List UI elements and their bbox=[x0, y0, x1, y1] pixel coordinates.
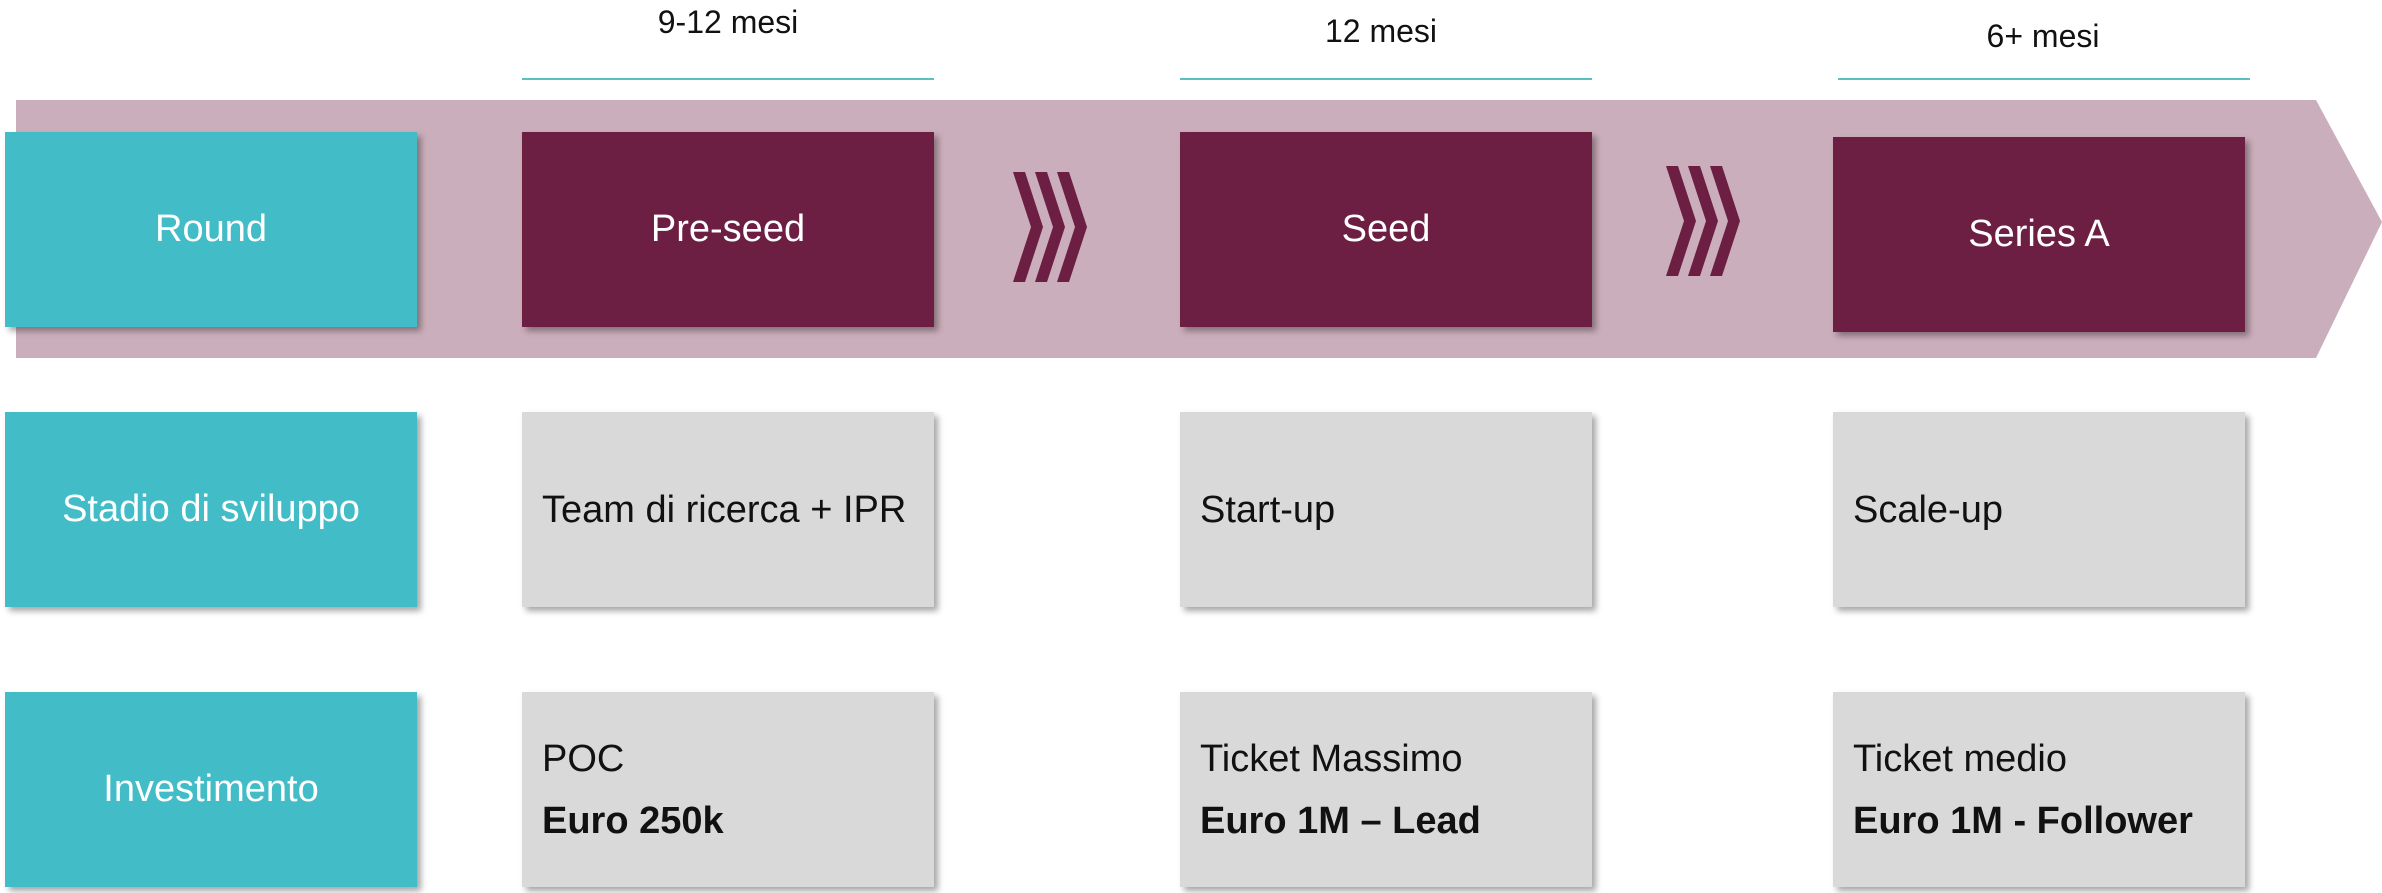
investment-box-seed: Ticket Massimo Euro 1M – Lead bbox=[1180, 692, 1592, 887]
duration-preseed: 9-12 mesi bbox=[657, 4, 799, 40]
investment-box-preseed: POC Euro 250k bbox=[522, 692, 934, 887]
stage-text-series-a: Scale-up bbox=[1853, 488, 2003, 531]
row-label-investment-text: Investimento bbox=[103, 768, 319, 810]
investment-type-series-a: Ticket medio bbox=[1853, 737, 2067, 780]
stage-box-seed: Start-up bbox=[1180, 412, 1592, 607]
duration-line-series-a bbox=[1838, 78, 2250, 80]
duration-line-preseed bbox=[522, 78, 934, 80]
round-label-seed: Seed bbox=[1341, 208, 1431, 250]
round-box-series-a: Series A bbox=[1833, 137, 2245, 332]
row-label-stage-text: Stadio di sviluppo bbox=[62, 488, 360, 530]
stage-box-series-a: Scale-up bbox=[1833, 412, 2245, 607]
investment-amount-seed: Euro 1M – Lead bbox=[1200, 799, 1481, 842]
investment-amount-series-a: Euro 1M - Follower bbox=[1853, 799, 2193, 842]
round-label-series-a: Series A bbox=[1968, 213, 2110, 255]
row-label-round-text: Round bbox=[155, 208, 267, 250]
investment-type-preseed: POC bbox=[542, 737, 625, 780]
investment-box-series-a: Ticket medio Euro 1M - Follower bbox=[1833, 692, 2245, 887]
stage-text-seed: Start-up bbox=[1200, 488, 1336, 531]
row-label-investment: Investimento bbox=[5, 692, 417, 887]
row-label-stage: Stadio di sviluppo bbox=[5, 412, 417, 607]
round-label-preseed: Pre-seed bbox=[650, 208, 806, 250]
duration-seed: 12 mesi bbox=[1324, 13, 1438, 49]
investment-type-seed: Ticket Massimo bbox=[1200, 737, 1463, 780]
stage-text-preseed: Team di ricerca + IPR bbox=[542, 488, 907, 531]
investment-amount-preseed: Euro 250k bbox=[542, 799, 724, 842]
chevrons-icon bbox=[1666, 166, 1740, 276]
stage-box-preseed: Team di ricerca + IPR bbox=[522, 412, 934, 607]
row-label-round: Round bbox=[5, 132, 417, 327]
duration-line-seed bbox=[1180, 78, 1592, 80]
round-box-seed: Seed bbox=[1180, 132, 1592, 327]
round-box-preseed: Pre-seed bbox=[522, 132, 934, 327]
duration-series-a: 6+ mesi bbox=[1986, 18, 2100, 54]
chevrons-icon bbox=[1013, 172, 1087, 282]
